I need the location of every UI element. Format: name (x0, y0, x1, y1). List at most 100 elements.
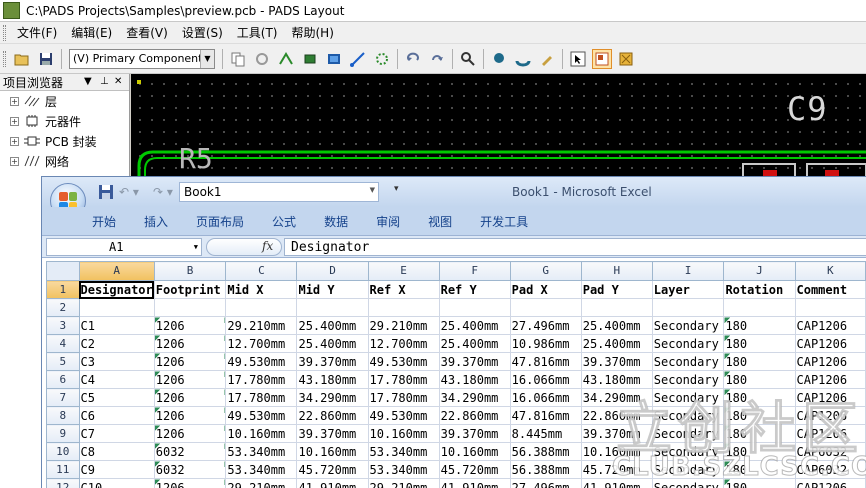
brush-button[interactable] (537, 49, 557, 69)
cell[interactable]: 29.210mm (225, 316, 298, 335)
column-header[interactable]: K (794, 261, 866, 281)
cell[interactable]: Secondary (651, 442, 725, 461)
column-header[interactable]: A (78, 261, 155, 281)
cell[interactable]: Mid Y (296, 280, 369, 299)
cell[interactable]: C6 (78, 406, 155, 425)
cell[interactable]: 47.816mm (509, 406, 582, 425)
cell[interactable]: CAP1206 (794, 370, 866, 389)
cell[interactable]: 29.210mm (367, 316, 440, 335)
menu-file[interactable]: 文件(F) (10, 24, 64, 41)
column-header[interactable]: C (225, 261, 298, 281)
customize-qat-icon[interactable]: ▾ (394, 184, 399, 194)
cell[interactable]: 1206 (153, 352, 227, 371)
cell[interactable]: 8.445mm (509, 424, 582, 443)
cell[interactable] (367, 298, 440, 317)
cell[interactable]: 1206 (153, 334, 227, 353)
cell[interactable]: 180 (723, 370, 796, 389)
cell[interactable]: 43.180mm (296, 370, 369, 389)
tree-item-components[interactable]: + 元器件 (0, 111, 129, 131)
save-button[interactable] (36, 49, 56, 69)
cell[interactable]: 1206 (153, 388, 227, 407)
cell[interactable]: 27.496mm (509, 316, 582, 335)
cell[interactable]: Pad X (509, 280, 582, 299)
cell[interactable]: 45.720mm (438, 460, 511, 479)
cell[interactable]: 10.160mm (438, 442, 511, 461)
cell[interactable]: Rotation (723, 280, 796, 299)
layer-select[interactable]: (V) Primary Component S ▼ (69, 48, 215, 69)
cam-button[interactable] (513, 49, 533, 69)
cell[interactable]: CAP1206 (794, 334, 866, 353)
tab-review[interactable]: 审阅 (376, 213, 400, 230)
column-header[interactable]: F (438, 261, 511, 281)
cell[interactable]: 43.180mm (580, 370, 653, 389)
undo-icon[interactable]: ↶ ▾ (119, 185, 139, 199)
cell[interactable]: CAP1206 (794, 406, 866, 425)
cell-name-box[interactable]: A1 ▼ (46, 238, 202, 256)
cell[interactable]: Secondary (651, 478, 725, 488)
board-button[interactable] (324, 49, 344, 69)
cell[interactable]: C1 (78, 316, 155, 335)
cell[interactable]: 39.370mm (580, 424, 653, 443)
cell[interactable]: 41.910mm (296, 478, 369, 488)
cell[interactable]: 39.370mm (438, 424, 511, 443)
menu-edit[interactable]: 编辑(E) (64, 24, 119, 41)
cell[interactable]: 56.388mm (509, 442, 582, 461)
cell[interactable]: Secondary (651, 352, 725, 371)
cell[interactable]: 12.700mm (367, 334, 440, 353)
menu-grip[interactable] (3, 24, 6, 41)
cell[interactable]: C9 (78, 460, 155, 479)
cell[interactable]: 25.400mm (296, 334, 369, 353)
cell[interactable] (153, 298, 227, 317)
cell[interactable]: Secondary (651, 370, 725, 389)
cell[interactable]: 25.400mm (296, 316, 369, 335)
cell[interactable]: CAP1206 (794, 388, 866, 407)
row-header[interactable]: 12 (46, 478, 80, 488)
select-all-corner[interactable] (46, 261, 80, 281)
cell[interactable]: CAP1206 (794, 352, 866, 371)
cell[interactable]: CAP6032 (794, 460, 866, 479)
cell[interactable]: 10.986mm (509, 334, 582, 353)
cell[interactable]: 34.290mm (580, 388, 653, 407)
column-header[interactable]: I (651, 261, 725, 281)
cell[interactable]: 180 (723, 424, 796, 443)
select-mode-button[interactable] (568, 49, 588, 69)
cell[interactable] (438, 298, 511, 317)
cell[interactable] (723, 298, 796, 317)
cell[interactable]: 180 (723, 388, 796, 407)
cell[interactable]: 56.388mm (509, 460, 582, 479)
tab-home[interactable]: 开始 (92, 213, 116, 230)
column-header[interactable]: G (509, 261, 582, 281)
cell[interactable]: 1206 (153, 406, 227, 425)
cell[interactable] (509, 298, 582, 317)
cell[interactable]: 12.700mm (225, 334, 298, 353)
formula-input[interactable]: Designator (284, 238, 866, 256)
menu-tools[interactable]: 工具(T) (230, 24, 285, 41)
cell[interactable]: 1206 (153, 370, 227, 389)
cell[interactable]: 1206 (153, 316, 227, 335)
expand-icon[interactable]: + (10, 96, 19, 106)
cell[interactable]: C5 (78, 388, 155, 407)
cell[interactable]: C4 (78, 370, 155, 389)
cell[interactable]: Designator (78, 280, 155, 299)
place-part-button[interactable] (300, 49, 320, 69)
tab-developer[interactable]: 开发工具 (480, 213, 528, 230)
cell[interactable]: Secondary (651, 460, 725, 479)
refresh-button[interactable] (252, 49, 272, 69)
insert-function-icon[interactable]: fx (262, 239, 273, 253)
cell[interactable]: 10.160mm (367, 424, 440, 443)
undo-button[interactable] (403, 49, 423, 69)
cell[interactable]: 17.780mm (225, 370, 298, 389)
cell[interactable]: 25.400mm (438, 334, 511, 353)
cell[interactable]: 39.370mm (438, 352, 511, 371)
cell[interactable]: 10.160mm (580, 442, 653, 461)
design-mode-button[interactable] (616, 49, 636, 69)
cell[interactable]: 34.290mm (296, 388, 369, 407)
cell[interactable]: 29.210mm (225, 478, 298, 488)
cell[interactable]: 43.180mm (438, 370, 511, 389)
cell[interactable]: C8 (78, 442, 155, 461)
cell[interactable]: Pad Y (580, 280, 653, 299)
cell[interactable]: 180 (723, 406, 796, 425)
column-header[interactable]: J (723, 261, 796, 281)
cell[interactable]: 39.370mm (580, 352, 653, 371)
menu-view[interactable]: 查看(V) (119, 24, 175, 41)
